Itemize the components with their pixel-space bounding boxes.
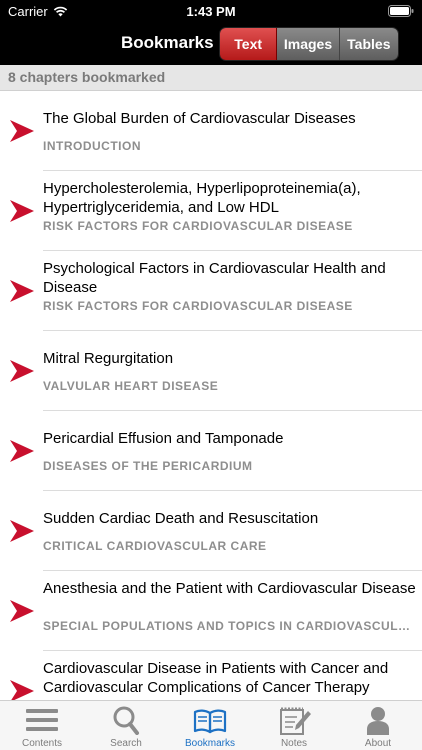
tab-about[interactable]: About bbox=[336, 701, 420, 750]
tab-label: About bbox=[364, 738, 392, 749]
bookmark-list: The Global Burden of Cardiovascular Dise… bbox=[0, 91, 422, 700]
bookmark-row[interactable]: The Global Burden of Cardiovascular Dise… bbox=[0, 91, 422, 171]
bookmark-row[interactable]: Cardiovascular Disease in Patients with … bbox=[0, 651, 422, 700]
tab-label: Search bbox=[110, 738, 142, 749]
bookmark-title: Mitral Regurgitation bbox=[43, 350, 174, 367]
open-book-icon bbox=[193, 709, 227, 734]
bookmark-title: Hypercholesterolemia, Hyperlipoproteinem… bbox=[43, 180, 361, 216]
red-arrow-icon bbox=[10, 440, 34, 462]
red-arrow-icon bbox=[10, 680, 34, 700]
tab-contents[interactable]: Contents bbox=[0, 701, 84, 750]
red-arrow-icon bbox=[10, 120, 34, 142]
content-type-segmented-control: Text Images Tables bbox=[219, 27, 399, 61]
bookmark-section: SPECIAL POPULATIONS AND TOPICS IN CARDIO… bbox=[43, 619, 417, 633]
tab-label: Bookmarks bbox=[184, 738, 235, 749]
tab-label: Contents bbox=[21, 738, 63, 749]
person-icon bbox=[367, 707, 389, 735]
bookmark-row[interactable]: Anesthesia and the Patient with Cardiova… bbox=[0, 571, 422, 651]
bookmark-row[interactable]: Mitral Regurgitation VALVULAR HEART DISE… bbox=[0, 331, 422, 411]
bookmark-section: VALVULAR HEART DISEASE bbox=[43, 379, 219, 393]
bookmark-section: INTRODUCTION bbox=[43, 139, 141, 153]
tab-label: Notes bbox=[280, 738, 308, 749]
battery-icon bbox=[388, 5, 414, 20]
bookmark-title: Pericardial Effusion and Tamponade bbox=[43, 430, 284, 447]
red-arrow-icon bbox=[10, 600, 34, 622]
tab-search[interactable]: Search bbox=[84, 701, 168, 750]
nav-title: Bookmarks bbox=[121, 33, 214, 52]
segment-images[interactable]: Images bbox=[277, 28, 340, 60]
bookmark-title: Cardiovascular Disease in Patients with … bbox=[43, 660, 389, 696]
bookmark-title: The Global Burden of Cardiovascular Dise… bbox=[43, 110, 356, 127]
bookmark-section: DISEASES OF THE PERICARDIUM bbox=[43, 459, 253, 473]
status-time: 1:43 PM bbox=[186, 4, 236, 19]
bookmark-section: RISK FACTORS FOR CARDIOVASCULAR DISEASE bbox=[43, 299, 353, 313]
red-arrow-icon bbox=[10, 520, 34, 542]
red-arrow-icon bbox=[10, 280, 34, 302]
tab-notes[interactable]: Notes bbox=[252, 701, 336, 750]
segment-text[interactable]: Text bbox=[220, 28, 278, 60]
bookmark-row[interactable]: Hypercholesterolemia, Hyperlipoproteinem… bbox=[0, 171, 422, 251]
bookmark-row[interactable]: Psychological Factors in Cardiovascular … bbox=[0, 251, 422, 331]
notepad-pencil-icon bbox=[280, 707, 311, 735]
bookmark-section: RISK FACTORS FOR CARDIOVASCULAR DISEASE bbox=[43, 219, 353, 233]
red-arrow-icon bbox=[10, 200, 34, 222]
list-icon bbox=[26, 709, 58, 731]
section-header: 8 chapters bookmarked bbox=[0, 65, 422, 91]
bookmark-title: Psychological Factors in Cardiovascular … bbox=[43, 260, 386, 296]
segment-tables[interactable]: Tables bbox=[339, 28, 398, 60]
bookmark-title: Sudden Cardiac Death and Resuscitation bbox=[43, 510, 319, 527]
magnifier-icon bbox=[113, 706, 139, 735]
tab-bar: Contents Search Bookmarks Notes About bbox=[0, 700, 422, 750]
bookmark-title: Anesthesia and the Patient with Cardiova… bbox=[43, 580, 416, 597]
bookmark-row[interactable]: Sudden Cardiac Death and Resuscitation C… bbox=[0, 491, 422, 571]
red-arrow-icon bbox=[10, 360, 34, 382]
bookmark-row[interactable]: Pericardial Effusion and Tamponade DISEA… bbox=[0, 411, 422, 491]
status-bar: Carrier 1:43 PM bbox=[0, 0, 422, 24]
bookmark-count-label: 8 chapters bookmarked bbox=[8, 69, 166, 85]
bookmark-section: CRITICAL CARDIOVASCULAR CARE bbox=[43, 539, 267, 553]
navigation-bar: Bookmarks Text Images Tables bbox=[0, 24, 422, 65]
tab-bookmarks[interactable]: Bookmarks bbox=[168, 701, 252, 750]
